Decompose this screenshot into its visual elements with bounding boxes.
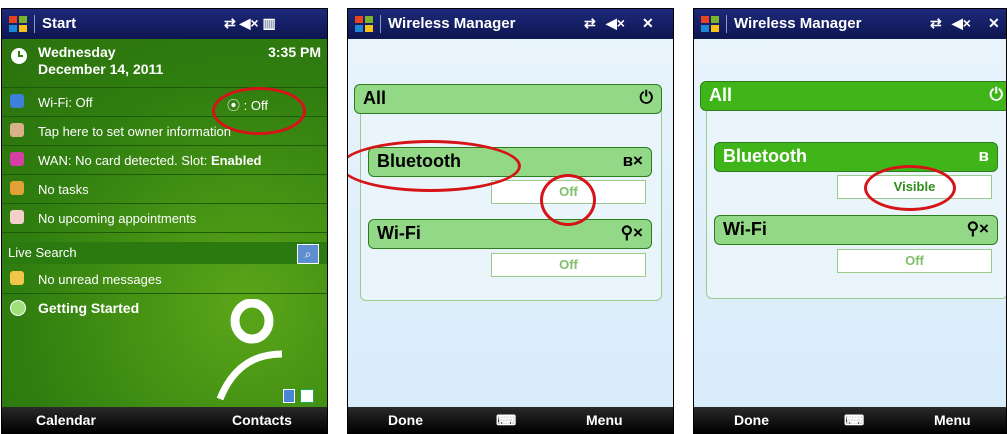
close-icon[interactable]: ✕ bbox=[988, 15, 1000, 32]
bluetooth-label: Bluetooth bbox=[723, 146, 807, 166]
all-label: All bbox=[363, 88, 387, 108]
title-separator bbox=[726, 15, 727, 33]
softkey-bar: Done ⌨ Menu bbox=[694, 407, 1006, 433]
getting-started-icon bbox=[10, 300, 26, 316]
live-search-bar[interactable]: Live Search ⌕ bbox=[2, 242, 327, 264]
owner-text: Tap here to set owner information bbox=[38, 124, 231, 139]
search-button[interactable]: ⌕ bbox=[297, 244, 319, 264]
power-on-icon: ⏻ bbox=[989, 85, 1003, 104]
softkey-done[interactable]: Done bbox=[388, 412, 423, 428]
wan-icon bbox=[10, 152, 24, 166]
appointments-text: No upcoming appointments bbox=[38, 211, 197, 226]
title-bar: Wireless Manager ⇄ ◀× ✕ bbox=[348, 9, 673, 39]
appointments-row[interactable]: No upcoming appointments bbox=[2, 204, 327, 233]
wifi-status: Off bbox=[491, 253, 646, 277]
windows-logo-icon[interactable] bbox=[8, 14, 28, 34]
softkey-contacts[interactable]: Contacts bbox=[232, 412, 292, 428]
wireless-manager-screen: Wireless Manager ⇄ ◀× ✕ All ⏻ Bluetooth … bbox=[347, 8, 674, 434]
windows-logo-icon[interactable] bbox=[700, 14, 720, 34]
connectivity-icon[interactable]: ⇄ bbox=[930, 15, 942, 32]
volume-mute-icon[interactable]: ◀× bbox=[606, 15, 625, 32]
wan-row[interactable]: WAN: No card detected. Slot: Enabled bbox=[2, 146, 327, 175]
clock-icon bbox=[11, 48, 27, 64]
wifi-status: Off bbox=[837, 249, 992, 273]
softkey-menu[interactable]: Menu bbox=[934, 412, 971, 428]
highlight-circle bbox=[212, 87, 306, 135]
softkey-bar: Calendar Contacts bbox=[2, 407, 327, 433]
date-full: December 14, 2011 bbox=[38, 61, 164, 77]
softkey-calendar[interactable]: Calendar bbox=[36, 412, 96, 428]
power-off-icon: ⏻ bbox=[639, 88, 653, 107]
softkey-menu[interactable]: Menu bbox=[586, 412, 623, 428]
bluetooth-on-icon: ʙ bbox=[978, 146, 989, 165]
title-bar: Wireless Manager ⇄ ◀× ✕ bbox=[694, 9, 1006, 39]
window-title: Wireless Manager bbox=[388, 15, 516, 32]
messages-row[interactable]: No unread messages bbox=[2, 265, 327, 294]
mail-icon bbox=[10, 271, 24, 285]
keyboard-icon[interactable]: ⌨ bbox=[496, 412, 516, 429]
bluetooth-off-icon: ʙ× bbox=[622, 151, 643, 170]
keyboard-icon[interactable]: ⌨ bbox=[844, 412, 864, 429]
wireless-icon bbox=[10, 94, 24, 108]
today-screen: Start ⇄ ◀× ▥ Wednesday December 14, 2011… bbox=[1, 8, 328, 434]
highlight-circle-bluetooth bbox=[348, 140, 521, 192]
wifi-label: Wi-Fi bbox=[377, 223, 421, 243]
softkey-bar: Done ⌨ Menu bbox=[348, 407, 673, 433]
all-toggle[interactable]: All ⏻ bbox=[354, 84, 662, 114]
close-icon[interactable]: ✕ bbox=[642, 15, 654, 32]
date-row[interactable]: Wednesday December 14, 2011 3:35 PM bbox=[2, 39, 327, 88]
wifi-status-text: Wi-Fi: Off bbox=[38, 95, 93, 110]
title-separator bbox=[34, 15, 35, 33]
windows-mobile-logo-icon bbox=[216, 299, 283, 401]
owner-icon bbox=[10, 123, 24, 137]
all-toggle[interactable]: All ⏻ bbox=[700, 81, 1006, 111]
windows-logo-icon[interactable] bbox=[354, 14, 374, 34]
wireless-manager-screen-visible: Wireless Manager ⇄ ◀× ✕ All ⏻ Bluetooth … bbox=[693, 8, 1007, 434]
tasks-icon bbox=[10, 181, 24, 195]
highlight-circle-status bbox=[540, 174, 596, 226]
softkey-done[interactable]: Done bbox=[734, 412, 769, 428]
volume-mute-icon[interactable]: ◀× bbox=[952, 15, 971, 32]
tasks-text: No tasks bbox=[38, 182, 89, 197]
highlight-circle-status bbox=[864, 165, 956, 211]
status-icons[interactable]: ⇄ ◀× ▥ bbox=[224, 15, 276, 32]
window-title: Wireless Manager bbox=[734, 15, 862, 32]
wifi-off-icon: ⚲× bbox=[966, 219, 989, 238]
wifi-off-icon: ⚲× bbox=[620, 223, 643, 242]
sync-icon[interactable] bbox=[300, 389, 314, 403]
device-icon[interactable] bbox=[283, 389, 295, 403]
connectivity-icon[interactable]: ⇄ bbox=[584, 15, 596, 32]
all-label: All bbox=[709, 85, 733, 105]
wan-text: WAN: No card detected. Slot: Enabled bbox=[38, 153, 262, 168]
search-icon: ⌕ bbox=[304, 247, 312, 261]
wifi-toggle[interactable]: Wi-Fi ⚲× bbox=[714, 215, 998, 245]
wifi-label: Wi-Fi bbox=[723, 219, 767, 239]
wifi-toggle[interactable]: Wi-Fi ⚲× bbox=[368, 219, 652, 249]
title-bar: Start ⇄ ◀× ▥ bbox=[2, 9, 327, 39]
getting-started-text: Getting Started bbox=[38, 300, 140, 316]
live-search-label: Live Search bbox=[8, 245, 77, 260]
messages-text: No unread messages bbox=[38, 272, 162, 287]
calendar-icon bbox=[10, 210, 24, 224]
tasks-row[interactable]: No tasks bbox=[2, 175, 327, 204]
title-separator bbox=[380, 15, 381, 33]
date-day: Wednesday bbox=[38, 44, 116, 60]
time-display: 3:35 PM bbox=[268, 44, 321, 60]
window-title: Start bbox=[42, 15, 77, 32]
bluetooth-toggle[interactable]: Bluetooth ʙ bbox=[714, 142, 998, 172]
